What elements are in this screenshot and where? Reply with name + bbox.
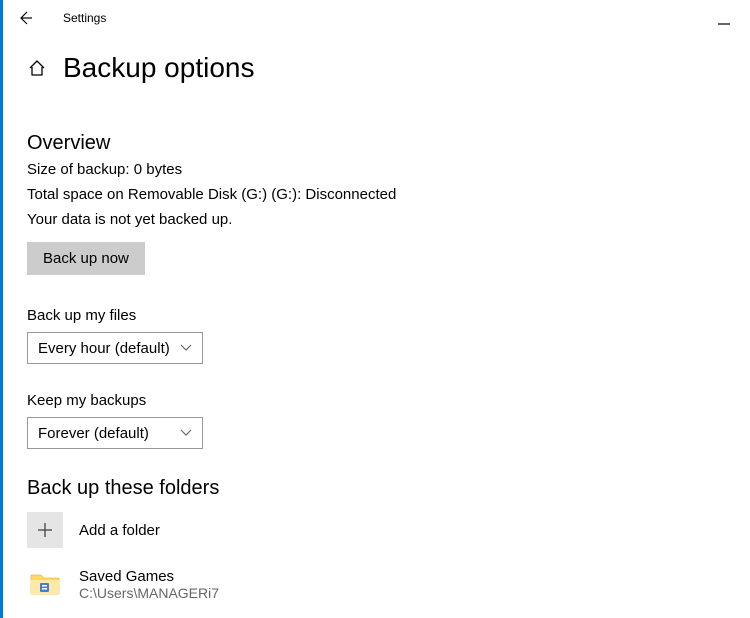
add-folder-label: Add a folder [79,522,160,539]
chevron-down-icon [180,429,192,437]
home-icon[interactable] [27,58,47,78]
add-folder-button[interactable] [27,512,63,548]
arrow-left-icon [17,10,33,26]
folders-heading: Back up these folders [27,477,750,500]
frequency-dropdown[interactable]: Every hour (default) [27,332,203,364]
overview-heading: Overview [27,132,750,155]
folder-icon [27,566,63,602]
chevron-down-icon [180,344,192,352]
retention-dropdown[interactable]: Forever (default) [27,417,203,449]
frequency-selected-value: Every hour (default) [38,340,170,357]
backup-status-text: Your data is not yet backed up. [27,211,750,228]
folder-name: Saved Games [79,568,219,585]
folder-path: C:\Users\MANAGERi7 [79,585,219,601]
window-title: Settings [63,11,106,25]
backup-size-text: Size of backup: 0 bytes [27,161,750,178]
page-title: Backup options [63,52,254,84]
backup-now-button[interactable]: Back up now [27,242,145,275]
minimize-button[interactable] [718,12,732,14]
add-folder-row[interactable]: Add a folder [27,512,750,548]
back-button[interactable] [11,4,39,32]
folder-item[interactable]: Saved Games C:\Users\MANAGERi7 [27,566,750,602]
minimize-icon [718,23,730,25]
frequency-label: Back up my files [27,307,750,324]
plus-icon [37,522,53,538]
retention-selected-value: Forever (default) [38,425,149,442]
retention-label: Keep my backups [27,392,750,409]
total-space-text: Total space on Removable Disk (G:) (G:):… [27,186,750,203]
